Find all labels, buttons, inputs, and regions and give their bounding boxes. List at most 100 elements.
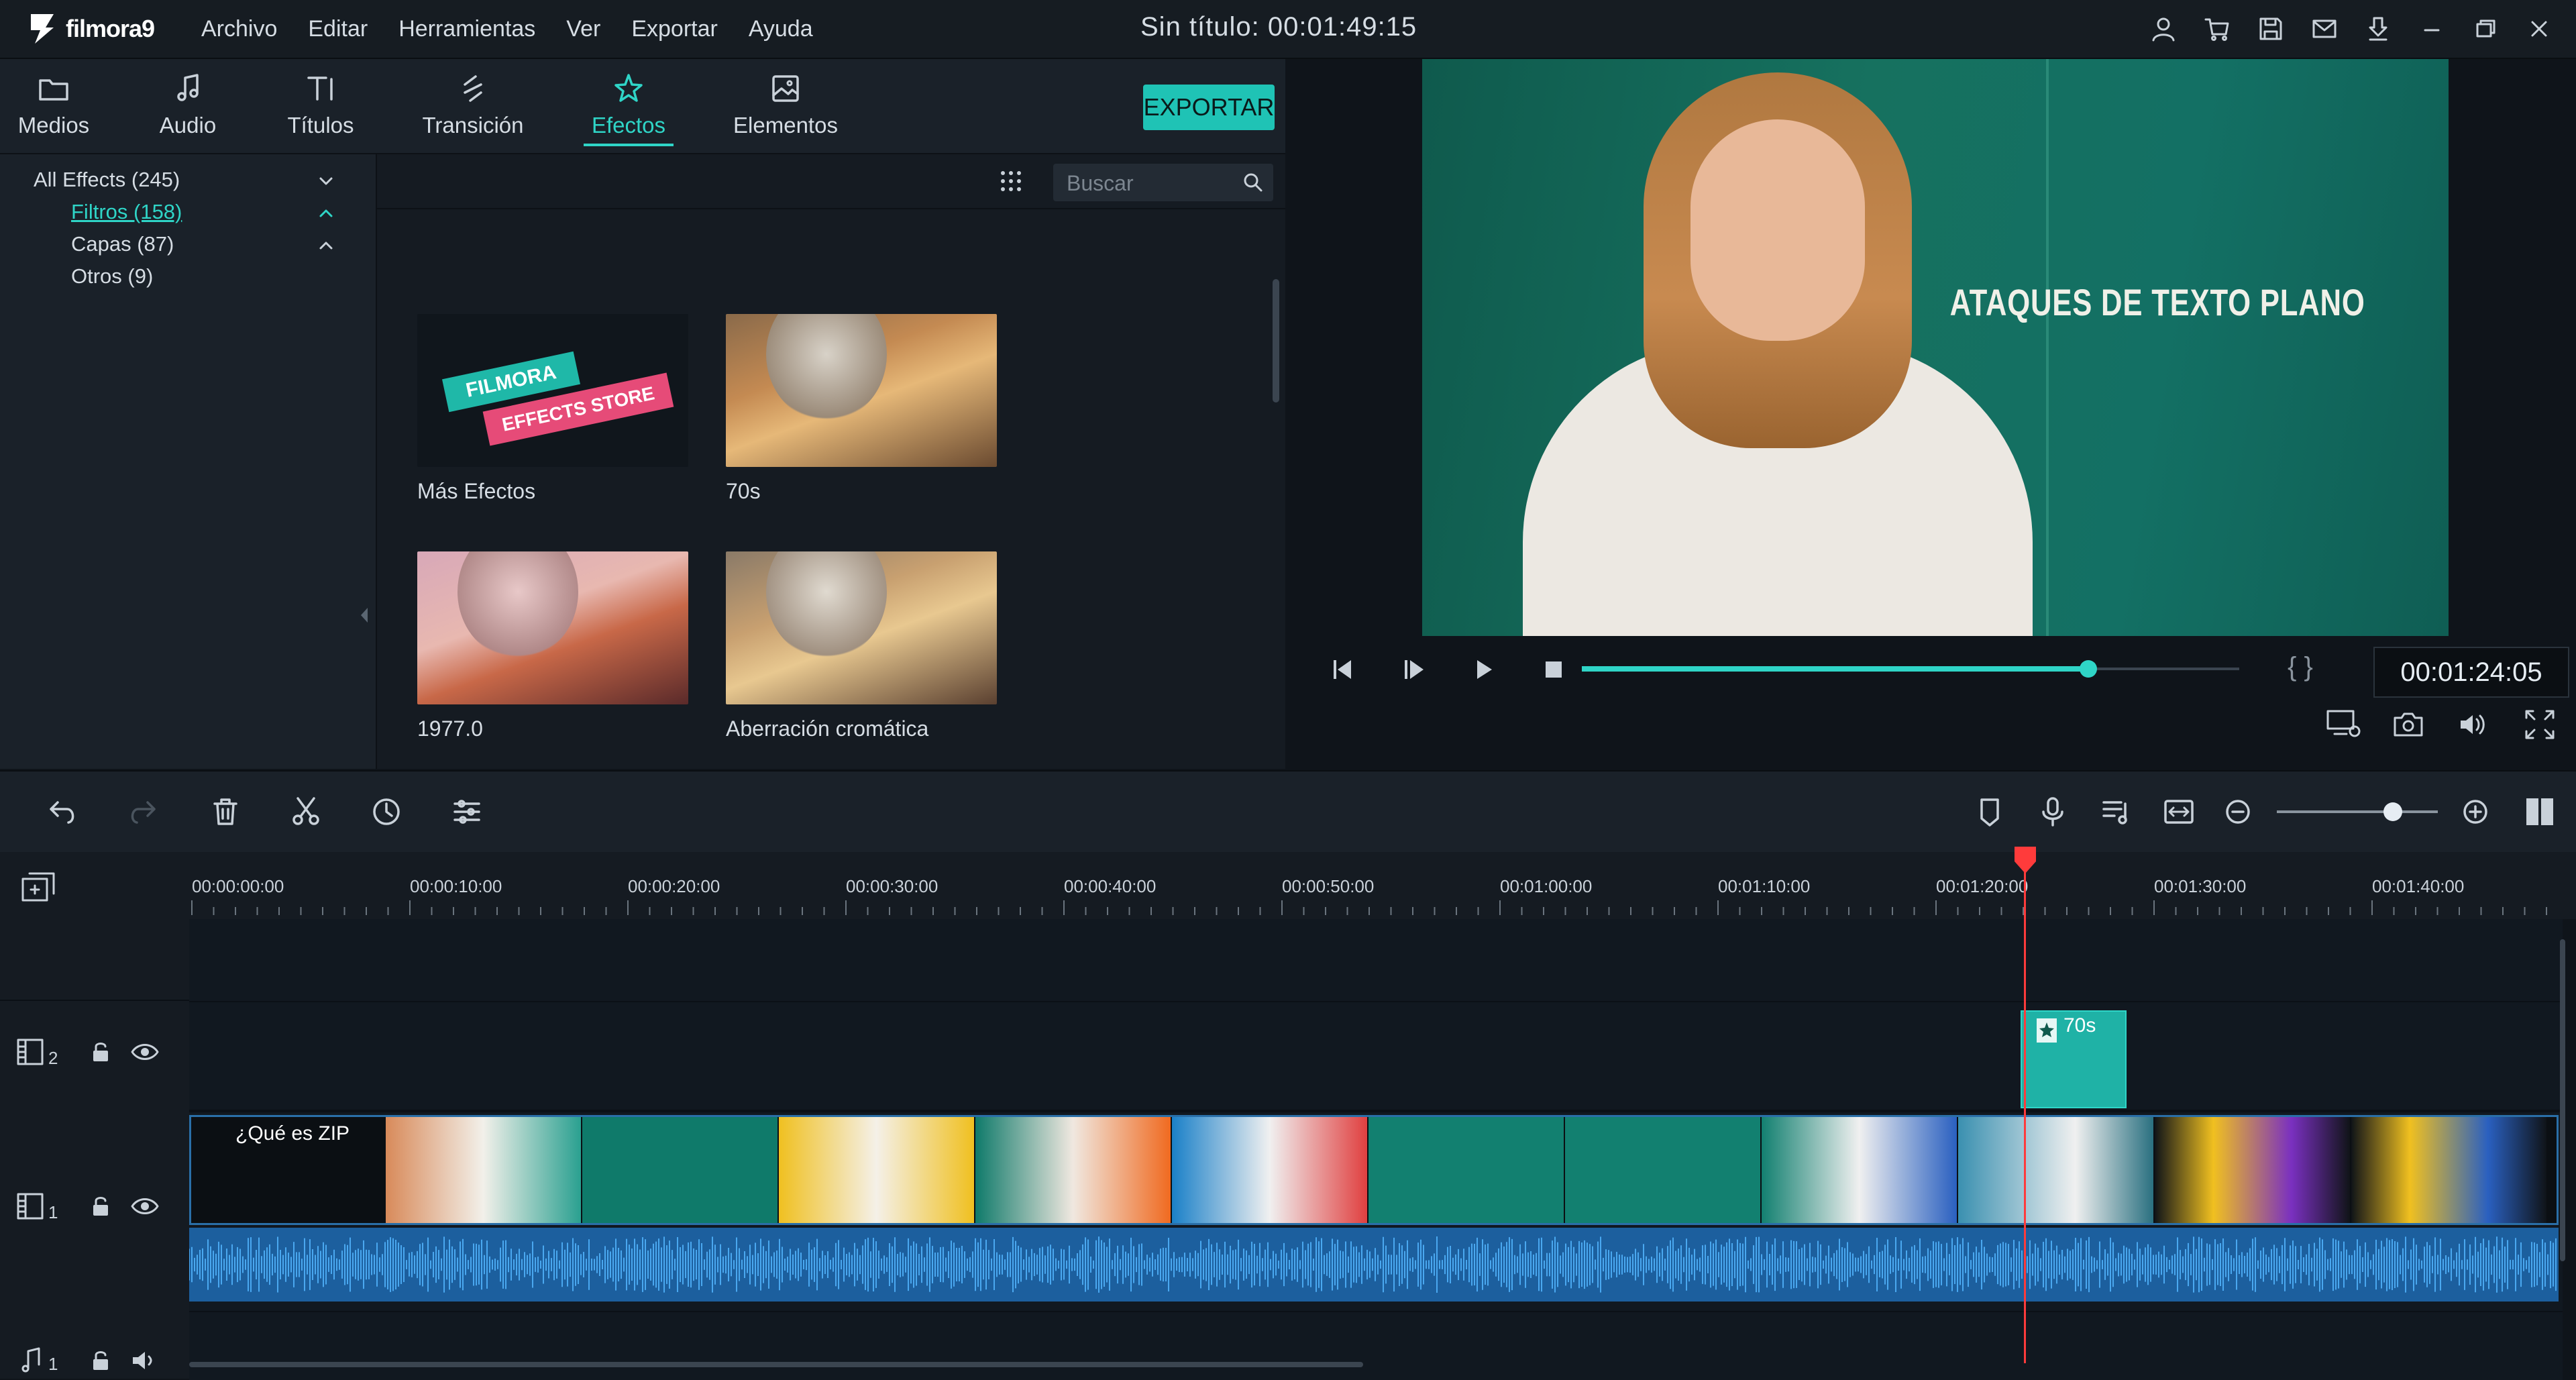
tab-medios[interactable]: Medios xyxy=(7,71,101,146)
ruler-time-label: 00:00:40:00 xyxy=(1064,876,1157,896)
save-icon[interactable] xyxy=(2254,12,2288,46)
download-icon[interactable] xyxy=(2361,12,2395,46)
audio-track-1[interactable] xyxy=(189,1311,2563,1380)
cart-icon[interactable] xyxy=(2200,12,2234,46)
menu-editar[interactable]: Editar xyxy=(308,16,368,42)
menu-herramientas[interactable]: Herramientas xyxy=(398,16,535,42)
timeline-ruler[interactable]: 00:00:00:00 00:00:10:00 00:00:20:00 00:00:3… xyxy=(0,852,2576,919)
undo-icon[interactable] xyxy=(46,794,80,829)
mail-icon[interactable] xyxy=(2308,12,2341,46)
mark-in-out-brackets[interactable]: { } xyxy=(2288,652,2313,682)
tab-elementos[interactable]: Elementos xyxy=(730,71,841,146)
main-video-clip[interactable]: ¿Qué es ZIP xyxy=(189,1115,2559,1225)
audio-mixer-icon[interactable] xyxy=(2098,794,2133,829)
video-track-2[interactable]: 70s xyxy=(189,1001,2563,1111)
browser-scrollbar[interactable] xyxy=(1273,279,1279,403)
ruler-time-label: 00:01:30:00 xyxy=(2154,876,2247,896)
fit-timeline-icon[interactable] xyxy=(2161,794,2196,829)
snapshot-camera-icon[interactable] xyxy=(2391,707,2426,742)
zoom-slider-handle[interactable] xyxy=(2383,802,2402,821)
marker-icon[interactable] xyxy=(1972,794,2007,829)
add-track-icon[interactable] xyxy=(20,871,58,906)
lock-icon[interactable] xyxy=(89,1194,113,1218)
close-icon[interactable] xyxy=(2522,12,2556,46)
ruler-time-label: 00:00:00:00 xyxy=(192,876,284,896)
display-settings-icon[interactable] xyxy=(2325,707,2363,742)
delete-icon[interactable] xyxy=(208,794,243,829)
tree-item-all-effects[interactable]: All Effects (245) xyxy=(34,168,180,192)
menu-archivo[interactable]: Archivo xyxy=(201,16,277,42)
text-icon xyxy=(307,76,333,101)
panel-layout-icon[interactable] xyxy=(2522,794,2557,829)
track-empty[interactable] xyxy=(189,919,2563,1000)
ruler-time-label: 00:00:50:00 xyxy=(1282,876,1375,896)
person-face xyxy=(1690,119,1865,341)
tree-item-otros[interactable]: Otros (9) xyxy=(71,264,153,288)
restore-icon[interactable] xyxy=(2469,12,2502,46)
clip-frame-thumbnail xyxy=(1368,1117,1564,1223)
adjust-icon[interactable] xyxy=(449,794,484,829)
collapse-panel-icon[interactable] xyxy=(358,605,370,625)
tree-item-filtros[interactable]: Filtros (158) xyxy=(71,200,182,224)
effect-thumb-aberracion-cromatica[interactable] xyxy=(726,551,997,704)
menu-ver[interactable]: Ver xyxy=(566,16,600,42)
tab-transicion[interactable]: Transición xyxy=(416,71,530,146)
play-icon[interactable] xyxy=(1468,653,1500,686)
playhead-handle[interactable] xyxy=(2012,845,2039,875)
speed-icon[interactable] xyxy=(369,794,404,829)
filmora-logo-icon xyxy=(31,14,54,44)
app-logo: filmora9 xyxy=(28,7,155,51)
tab-label: Medios xyxy=(17,113,90,138)
ruler-time-label: 00:01:10:00 xyxy=(1718,876,1811,896)
chevron-up-icon[interactable] xyxy=(315,235,337,256)
tab-label: Títulos xyxy=(287,113,354,138)
speaker-icon[interactable] xyxy=(130,1348,160,1373)
audio-waveform[interactable] xyxy=(189,1228,2559,1302)
effect-thumb-70s[interactable] xyxy=(726,314,997,467)
search-input[interactable] xyxy=(1065,164,1242,203)
effect-thumb-mas-efectos[interactable]: FILMORA EFFECTS STORE xyxy=(417,314,688,467)
fullscreen-icon[interactable] xyxy=(2522,707,2557,742)
previous-frame-icon[interactable] xyxy=(1328,653,1360,686)
grid-view-icon[interactable] xyxy=(998,168,1024,195)
cut-icon[interactable] xyxy=(288,794,323,829)
tab-titulos[interactable]: Títulos xyxy=(274,71,368,146)
tab-label: Efectos xyxy=(591,113,666,138)
minimize-icon[interactable] xyxy=(2415,12,2449,46)
audio-track-icon xyxy=(21,1347,40,1373)
browser-toolbar xyxy=(377,154,1285,209)
tree-item-capas[interactable]: Capas (87) xyxy=(71,232,174,256)
lock-icon[interactable] xyxy=(89,1040,113,1064)
clip-frame-thumbnail xyxy=(386,1117,581,1223)
search-icon[interactable] xyxy=(1242,172,1264,193)
account-icon[interactable] xyxy=(2147,12,2180,46)
effect-clip-70s[interactable]: 70s xyxy=(2021,1010,2127,1108)
chevron-down-icon[interactable] xyxy=(315,170,337,192)
volume-icon[interactable] xyxy=(2457,707,2491,742)
export-button[interactable]: EXPORTAR xyxy=(1143,85,1275,130)
next-frame-icon[interactable] xyxy=(1398,653,1430,686)
eye-icon[interactable] xyxy=(130,1040,160,1064)
zoom-in-icon[interactable] xyxy=(2458,794,2493,829)
zoom-slider-track[interactable] xyxy=(2277,810,2438,813)
playhead-line xyxy=(2024,853,2026,1363)
tab-efectos[interactable]: Efectos xyxy=(584,71,674,146)
timeline-vertical-scrollbar[interactable] xyxy=(2560,939,2565,1261)
menu-ayuda[interactable]: Ayuda xyxy=(749,16,813,42)
tab-audio[interactable]: Audio xyxy=(141,71,235,146)
image-icon xyxy=(772,75,799,102)
microphone-icon[interactable] xyxy=(2035,794,2070,829)
redo-icon[interactable] xyxy=(125,794,160,829)
ruler-time-label: 00:00:20:00 xyxy=(628,876,720,896)
playback-handle[interactable] xyxy=(2079,660,2097,678)
video-preview: ATAQUES DE TEXTO PLANO xyxy=(1422,59,2449,636)
timeline-horizontal-scrollbar[interactable] xyxy=(189,1362,1363,1367)
stop-icon[interactable] xyxy=(1538,653,1570,686)
effect-thumb-1977[interactable] xyxy=(417,551,688,704)
video-track-1[interactable]: ¿Qué es ZIP xyxy=(189,1111,2563,1311)
eye-icon[interactable] xyxy=(130,1194,160,1218)
zoom-out-icon[interactable] xyxy=(2220,794,2255,829)
lock-icon[interactable] xyxy=(89,1348,113,1373)
chevron-up-icon[interactable] xyxy=(315,203,337,224)
menu-exportar[interactable]: Exportar xyxy=(631,16,718,42)
